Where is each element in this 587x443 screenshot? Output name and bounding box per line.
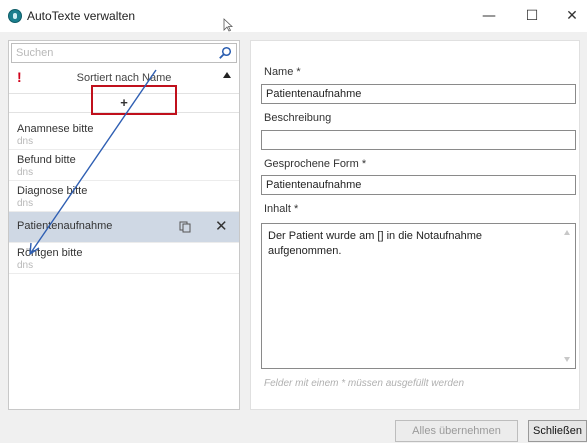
scroll-down-icon[interactable] (564, 357, 570, 362)
duplicate-icon[interactable] (179, 221, 191, 233)
list-item-sub: dns (17, 198, 34, 209)
required-fields-hint: Felder mit einem * müssen ausgefüllt wer… (264, 378, 465, 389)
list-item-selected[interactable]: Patientenaufnahme ✕ (9, 212, 239, 243)
maximize-button[interactable]: ☐ (517, 4, 547, 28)
list-item[interactable]: Röntgen bitte dns (9, 243, 239, 274)
list-item-label: Röntgen bitte (17, 247, 83, 259)
close-button[interactable]: Schließen (528, 420, 587, 442)
list-item[interactable]: Diagnose bitte dns (9, 181, 239, 212)
title-bar: AutoTexte verwalten — ☐ ✕ (0, 0, 587, 32)
annotation-highlight-box (91, 85, 177, 115)
apply-all-button[interactable]: Alles übernehmen (395, 420, 518, 442)
autotext-list-panel: ! Sortiert nach Name + Anamnese bitte dn… (8, 40, 240, 410)
search-icon[interactable] (218, 46, 232, 60)
scroll-up-icon[interactable] (564, 230, 570, 235)
list-item-label: Diagnose bitte (17, 185, 88, 197)
description-field[interactable] (261, 130, 576, 150)
autotext-editor-panel: Name * Patientenaufnahme Beschreibung Ge… (250, 40, 580, 410)
name-field[interactable]: Patientenaufnahme (261, 84, 576, 104)
dialog-body: ! Sortiert nach Name + Anamnese bitte dn… (0, 32, 587, 443)
search-box (11, 43, 237, 63)
list-item-sub: dns (17, 167, 34, 178)
list-item[interactable]: Befund bitte dns (9, 150, 239, 181)
description-label: Beschreibung (264, 112, 332, 124)
list-item-label: Patientenaufnahme (17, 220, 113, 232)
autotext-list: Anamnese bitte dns Befund bitte dns Diag… (9, 119, 239, 274)
delete-icon[interactable]: ✕ (215, 217, 228, 235)
app-logo-icon (8, 9, 22, 23)
minimize-button[interactable]: — (474, 4, 504, 28)
spoken-form-field[interactable]: Patientenaufnahme (261, 175, 576, 195)
list-item-label: Anamnese bitte (17, 123, 94, 135)
list-item[interactable]: Anamnese bitte dns (9, 119, 239, 150)
content-text: Der Patient wurde am [] in die Notaufnah… (268, 230, 483, 257)
list-item-label: Befund bitte (17, 154, 76, 166)
content-label: Inhalt * (264, 203, 299, 215)
sort-label: Sortiert nach Name (76, 72, 172, 84)
name-label: Name * (264, 66, 301, 78)
mouse-cursor-icon (223, 18, 233, 32)
window-title: AutoTexte verwalten (27, 9, 136, 23)
list-item-sub: dns (17, 260, 34, 271)
close-window-button[interactable]: ✕ (557, 4, 587, 28)
content-textarea[interactable]: Der Patient wurde am [] in die Notaufnah… (261, 223, 576, 369)
spoken-form-label: Gesprochene Form * (264, 158, 367, 170)
search-input[interactable] (12, 44, 216, 62)
sort-ascending-icon[interactable] (223, 72, 231, 78)
list-item-sub: dns (17, 136, 34, 147)
